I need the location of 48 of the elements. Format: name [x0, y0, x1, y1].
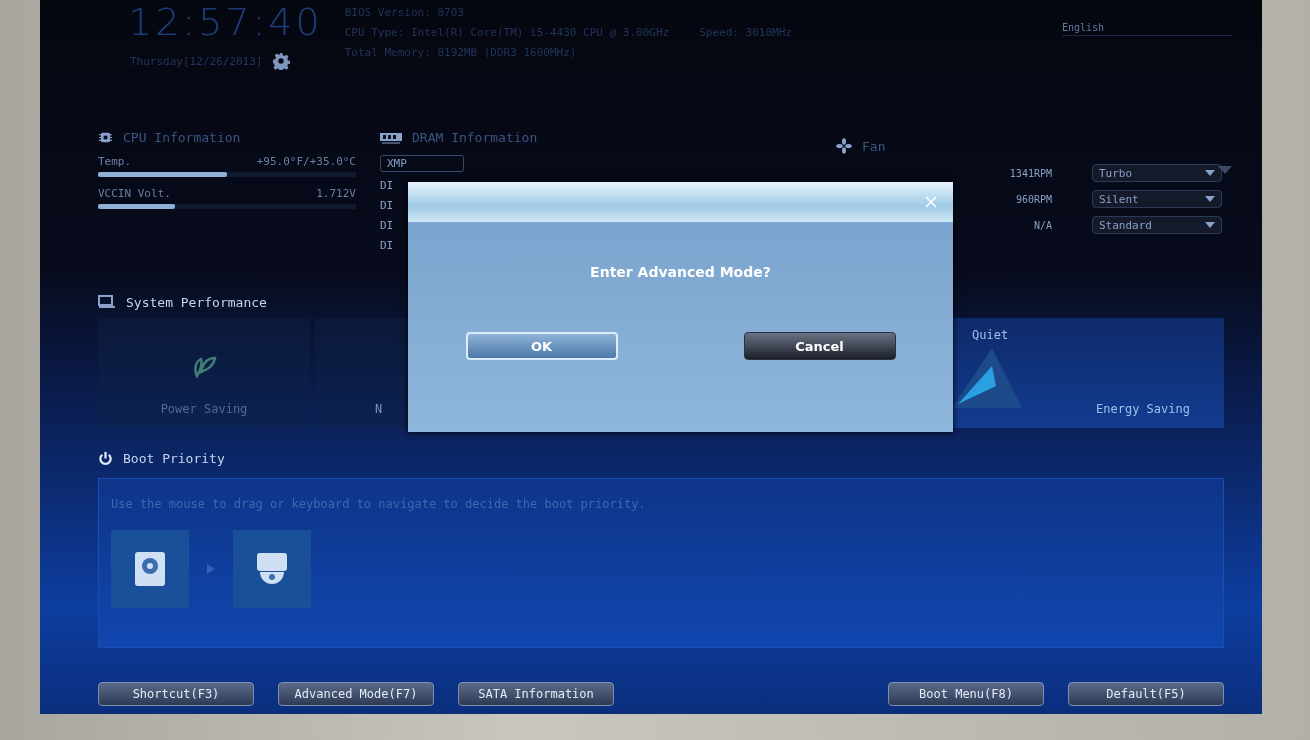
metric-reading: +95.0°F/+35.0°C: [256, 155, 356, 168]
fan-speed-reading: N/A: [1032, 219, 1052, 231]
metric-label: VCCIN Volt.: [98, 187, 171, 200]
function-key-button[interactable]: Shortcut(F3): [98, 682, 254, 706]
settings-icon[interactable]: [272, 52, 291, 70]
fan-mode-dropdown[interactable]: Standard: [1092, 216, 1222, 234]
bios-version-text: BIOS Version: 0703: [344, 6, 465, 19]
power-icon: [98, 450, 113, 466]
section-title: Fan: [862, 138, 886, 154]
dialog-button[interactable]: Cancel: [743, 332, 896, 360]
dropdown-arrow-icon: [1205, 222, 1215, 228]
cpu-type-text: CPU Type: Intel(R) Core(TM) i5-4430 CPU @ 3.00GHz: [344, 26, 670, 39]
fan-speed-reading: 960RPM: [1014, 193, 1052, 205]
dropdown-arrow-icon: [1205, 170, 1215, 176]
arrow-icon: [207, 564, 215, 574]
section-title: DRAM Information: [412, 130, 538, 145]
function-key-button[interactable]: Boot Menu(F8): [888, 682, 1044, 706]
metric-reading: 1.712V: [316, 187, 356, 200]
performance-triangle-icon: [952, 348, 1022, 408]
memory-module-icon: [380, 131, 402, 144]
metric-label: Temp.: [98, 155, 132, 168]
optical-drive-icon: [257, 553, 287, 585]
monitor-icon: [98, 295, 116, 309]
xmp-dropdown[interactable]: XMP: [380, 155, 464, 172]
function-key-button[interactable]: Default(F5): [1068, 682, 1224, 706]
section-title: Boot Priority: [123, 450, 225, 466]
fan-mode-dropdown[interactable]: Silent: [1092, 190, 1222, 208]
dialog-message: Enter Advanced Mode?: [590, 264, 771, 280]
chip-icon: [98, 130, 113, 145]
dimm-label: DI: [380, 218, 395, 234]
section-title: CPU Information: [123, 130, 241, 145]
boot-device[interactable]: [111, 530, 189, 608]
section-title: System Performance: [126, 294, 267, 310]
date-text: Thursday[12/26/2013]: [130, 54, 263, 68]
dimm-label: DI: [380, 198, 395, 214]
boot-device[interactable]: [233, 530, 311, 608]
language-dropdown[interactable]: English: [1062, 22, 1232, 36]
clock-time: 12:57:40: [128, 0, 323, 44]
function-key-button[interactable]: Advanced Mode(F7): [278, 682, 434, 706]
dimm-label: DI: [380, 178, 395, 194]
dimm-label: DI: [380, 238, 395, 254]
cpu-speed-text: Speed: 3010MHz: [699, 26, 792, 39]
fan-icon: [836, 138, 852, 154]
function-key-button[interactable]: SATA Information: [458, 682, 614, 706]
memory-text: Total Memory: 8192MB (DDR3 1600MHz): [344, 46, 578, 59]
fan-speed-reading: 1341RPM: [1008, 167, 1052, 179]
fan-mode-dropdown[interactable]: Turbo: [1092, 164, 1222, 182]
dropdown-arrow-icon: [1205, 196, 1215, 202]
